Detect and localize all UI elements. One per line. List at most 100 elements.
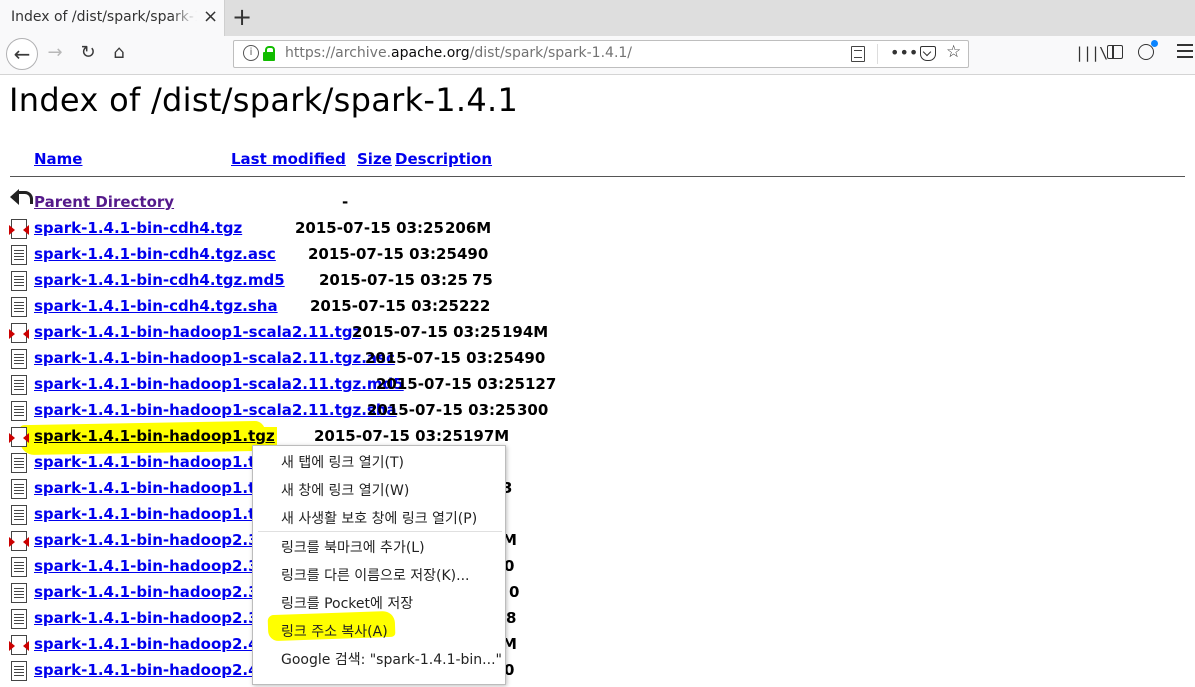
url-divider [877, 44, 878, 64]
table-row: spark-1.4.1-bin-hadoop2.3.t 0 [0, 557, 1195, 583]
tab-active[interactable]: Index of /dist/spark/spark-1.4.1 × [0, 0, 225, 36]
file-link[interactable]: spark-1.4.1-bin-hadoop2.4.t [34, 635, 271, 653]
reader-mode-icon[interactable] [851, 46, 865, 62]
file-link[interactable]: spark-1.4.1-bin-hadoop1-scala2.11.tgz.md… [34, 375, 404, 393]
table-row: spark-1.4.1-bin-hadoop2.3.t 0 [0, 583, 1195, 609]
table-row: spark-1.4.1-bin-hadoop1.tgz [0, 453, 1195, 479]
reload-icon[interactable]: ↻ [78, 43, 98, 63]
file-link[interactable]: spark-1.4.1-bin-hadoop2.3.t [34, 557, 271, 575]
file-size: 490 [457, 245, 489, 263]
menu-icon[interactable] [1177, 44, 1193, 62]
new-tab-button[interactable]: + [232, 3, 252, 31]
pocket-icon[interactable] [920, 46, 936, 61]
table-row: spark-1.4.1-bin-hadoop1.tgz 3 [0, 479, 1195, 505]
file-date: 2015-07-15 03:25 [308, 245, 457, 263]
text-file-icon [11, 297, 27, 317]
archive-file-icon [9, 323, 29, 343]
menu-item-copy-link-address[interactable]: 링크 주소 복사(A) [281, 621, 388, 641]
file-link[interactable]: spark-1.4.1-bin-hadoop1.tgz [34, 453, 275, 471]
menu-item-open-private-window[interactable]: 새 사생활 보호 창에 링크 열기(P) [281, 508, 477, 528]
file-size: 8 [506, 609, 517, 627]
table-row: spark-1.4.1-bin-hadoop2.4.t M [0, 635, 1195, 661]
menu-item-open-new-tab[interactable]: 새 탭에 링크 열기(T) [281, 452, 404, 472]
account-icon[interactable] [1138, 40, 1158, 60]
text-file-icon [11, 245, 27, 265]
close-icon[interactable]: × [203, 7, 218, 27]
column-header-description[interactable]: Description [395, 150, 492, 168]
page-title: Index of /dist/spark/spark-1.4.1 [9, 81, 519, 119]
info-icon[interactable]: i [243, 45, 259, 61]
text-file-icon [11, 557, 27, 577]
menu-item-bookmark-link[interactable]: 링크를 북마크에 추가(L) [281, 537, 425, 557]
column-header-name[interactable]: Name [34, 150, 82, 168]
text-file-icon [11, 349, 27, 369]
menu-item-open-new-window[interactable]: 새 창에 링크 열기(W) [281, 480, 409, 500]
table-row: spark-1.4.1-bin-hadoop1.tgz [0, 505, 1195, 531]
file-date: 2015-07-15 03:25 [319, 271, 468, 289]
file-date: 2015-07-15 03:25 [295, 219, 444, 237]
url-domain: apache.org [391, 45, 470, 61]
file-date: 2015-07-15 03:25 [376, 375, 525, 393]
file-link[interactable]: spark-1.4.1-bin-hadoop1-scala2.11.tgz.sh… [34, 401, 397, 419]
file-date: 2015-07-15 03:25 [352, 323, 501, 341]
page-content: Index of /dist/spark/spark-1.4.1 Name La… [0, 75, 1195, 681]
url-text[interactable]: https://archive.apache.org/dist/spark/sp… [285, 45, 632, 61]
file-link[interactable]: spark-1.4.1-bin-cdh4.tgz.md5 [34, 271, 285, 289]
forward-icon[interactable]: → [45, 43, 65, 63]
file-link[interactable]: spark-1.4.1-bin-hadoop2.3.t [34, 531, 271, 549]
header-divider [10, 176, 1185, 177]
text-file-icon [11, 661, 27, 681]
back-icon[interactable]: ← [6, 38, 38, 70]
file-size: 490 [514, 349, 546, 367]
file-link[interactable]: spark-1.4.1-bin-cdh4.tgz.asc [34, 245, 276, 263]
parent-directory-link[interactable]: Parent Directory [34, 193, 174, 211]
text-file-icon [11, 505, 27, 525]
archive-file-icon [9, 427, 29, 447]
context-menu: 새 탭에 링크 열기(T) 새 창에 링크 열기(W) 새 사생활 보호 창에 … [252, 445, 506, 685]
file-size: 194M [502, 323, 549, 341]
table-row: spark-1.4.1-bin-hadoop2.3.t 8 [0, 609, 1195, 635]
menu-item-save-link-as[interactable]: 링크를 다른 이름으로 저장(K)... [281, 565, 470, 585]
text-file-icon [11, 609, 27, 629]
file-link-selected[interactable]: spark-1.4.1-bin-hadoop1.tgz [32, 427, 277, 445]
sidebar-icon[interactable] [1107, 45, 1123, 59]
file-link[interactable]: spark-1.4.1-bin-hadoop1.tgz [34, 479, 275, 497]
url-prefix: https://archive. [285, 45, 392, 61]
file-size: 197M [463, 427, 510, 445]
file-link[interactable]: spark-1.4.1-bin-hadoop1-scala2.11.tgz [34, 323, 361, 341]
file-link[interactable]: spark-1.4.1-bin-hadoop1-scala2.11.tgz.as… [34, 349, 395, 367]
text-file-icon [11, 375, 27, 395]
table-row: spark-1.4.1-bin-cdh4.tgz.sha 2015-07-15 … [0, 297, 1195, 323]
file-date: 2015-07-15 03:25 [365, 349, 514, 367]
archive-file-icon [9, 531, 29, 551]
file-size: 300 [517, 401, 549, 419]
file-link[interactable]: spark-1.4.1-bin-hadoop2.3.t [34, 583, 271, 601]
file-link[interactable]: spark-1.4.1-bin-hadoop2.4.t [34, 661, 271, 679]
file-link[interactable]: spark-1.4.1-bin-hadoop2.3.t [34, 609, 271, 627]
library-icon[interactable]: |||\ [1075, 44, 1108, 62]
menu-item-save-to-pocket[interactable]: 링크를 Pocket에 저장 [281, 593, 413, 613]
table-row: spark-1.4.1-bin-hadoop1-scala2.11.tgz.as… [0, 349, 1195, 375]
url-bar[interactable]: i https://archive.apache.org/dist/spark/… [233, 40, 969, 68]
file-link[interactable]: spark-1.4.1-bin-hadoop1.tgz [34, 505, 275, 523]
column-header-size[interactable]: Size [357, 150, 392, 168]
text-file-icon [11, 453, 27, 473]
table-row: spark-1.4.1-bin-cdh4.tgz 2015-07-15 03:2… [0, 219, 1195, 245]
lock-icon[interactable] [263, 46, 275, 61]
navigation-toolbar: ← → ↻ ⌂ i https://archive.apache.org/dis… [0, 36, 1195, 75]
file-size: 127 [525, 375, 557, 393]
column-header-last-modified[interactable]: Last modified [231, 150, 346, 168]
bookmark-star-icon[interactable]: ☆ [946, 42, 961, 62]
home-icon[interactable]: ⌂ [108, 43, 130, 63]
tab-title: Index of /dist/spark/spark-1.4.1 [11, 9, 197, 25]
archive-file-icon [9, 635, 29, 655]
file-link[interactable]: spark-1.4.1-bin-cdh4.tgz [34, 219, 242, 237]
file-link[interactable]: spark-1.4.1-bin-cdh4.tgz.sha [34, 297, 278, 315]
table-row: spark-1.4.1-bin-cdh4.tgz.md5 2015-07-15 … [0, 271, 1195, 297]
file-date: 2015-07-15 03:25 [314, 427, 463, 445]
menu-separator [258, 531, 502, 532]
menu-item-google-search[interactable]: Google 검색: "spark-1.4.1-bin..." [281, 649, 502, 669]
page-actions-icon[interactable]: ••• [890, 43, 918, 62]
parent-directory-row: Parent Directory - [0, 189, 1195, 219]
table-row: spark-1.4.1-bin-hadoop2.3.t M [0, 531, 1195, 557]
